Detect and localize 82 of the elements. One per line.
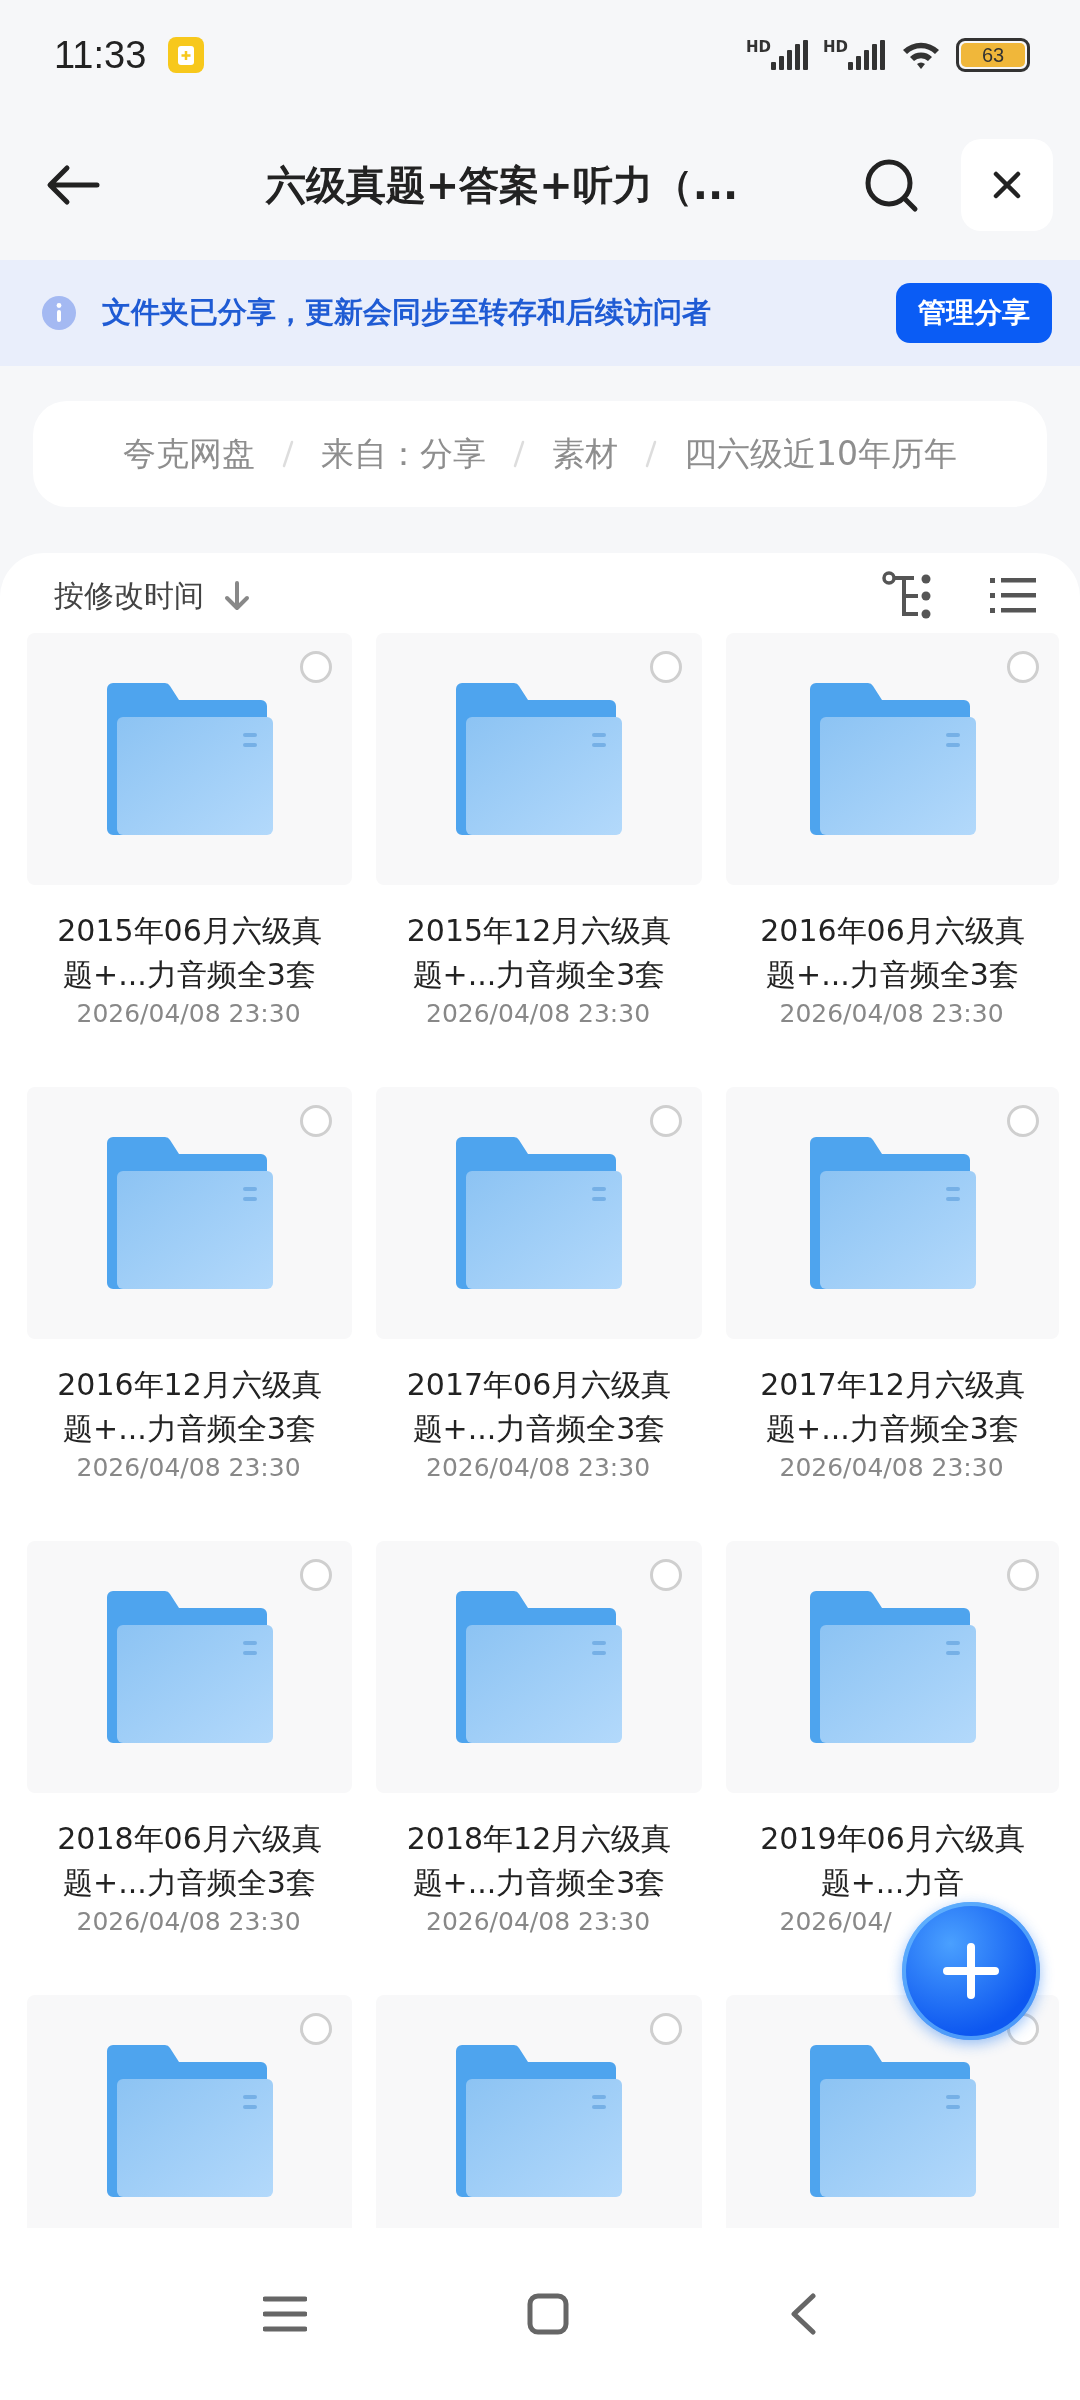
- breadcrumb-item[interactable]: 来自：分享: [315, 431, 492, 477]
- folder-icon: [809, 2045, 976, 2197]
- folder-tile[interactable]: [27, 633, 352, 885]
- search-icon[interactable]: [863, 157, 919, 213]
- close-icon: [992, 170, 1022, 200]
- breadcrumb-item[interactable]: 四六级近10年历年: [678, 431, 963, 477]
- slash-separator: [644, 440, 658, 468]
- folder-name: 2015年06月六级真题+...力音频全3套: [56, 912, 323, 994]
- list-view-icon[interactable]: [990, 576, 1036, 616]
- folder-icon: [106, 683, 273, 835]
- select-checkbox[interactable]: [300, 2013, 332, 2045]
- app-notification-icon: [168, 37, 205, 73]
- folder-icon: [106, 1591, 273, 1743]
- folder-icon: [809, 1137, 976, 1289]
- folder-tile[interactable]: [376, 1995, 702, 2228]
- select-checkbox[interactable]: [300, 1105, 332, 1137]
- folder-tile[interactable]: [726, 1087, 1059, 1339]
- plus-icon: [943, 1943, 999, 1999]
- folder-icon: [456, 1137, 622, 1289]
- select-checkbox[interactable]: [1007, 651, 1039, 683]
- folder-name: 2016年06月六级真题+...力音频全3套: [759, 912, 1026, 994]
- breadcrumb-item[interactable]: 夸克网盘: [117, 431, 261, 477]
- select-checkbox[interactable]: [1007, 1105, 1039, 1137]
- back-arrow-icon[interactable]: [45, 164, 101, 206]
- select-checkbox[interactable]: [650, 1105, 682, 1137]
- folder-tile[interactable]: [27, 1541, 352, 1793]
- folder-name: 2015年12月六级真题+...力音频全3套: [405, 912, 673, 994]
- breadcrumb-item[interactable]: 素材: [546, 431, 624, 477]
- folder-icon: [456, 683, 622, 835]
- modified-date: 2026/04/08 23:30: [779, 1453, 1005, 1482]
- slash-separator: [512, 440, 526, 468]
- folder-name: 2018年12月六级真题+...力音频全3套: [405, 1820, 673, 1902]
- folder-icon: [809, 1591, 976, 1743]
- menu-icon[interactable]: [263, 2296, 307, 2332]
- battery-indicator: 63: [956, 38, 1030, 72]
- close-button[interactable]: [961, 139, 1053, 231]
- modified-date: 2026/04/: [779, 1907, 893, 1936]
- slash-separator: [281, 440, 295, 468]
- sort-label[interactable]: 按修改时间: [54, 575, 204, 617]
- network-label: HD: [745, 38, 771, 56]
- folder-tile[interactable]: [376, 1087, 702, 1339]
- folder-name: 2017年06月六级真题+...力音频全3套: [405, 1366, 673, 1448]
- select-checkbox[interactable]: [650, 651, 682, 683]
- folder-icon: [106, 2045, 273, 2197]
- back-icon[interactable]: [789, 2293, 817, 2335]
- modified-date: 2026/04/08 23:30: [426, 1453, 652, 1482]
- signal-icon: [848, 40, 886, 70]
- share-notice-text: 文件夹已分享，更新会同步至转存和后续访问者: [102, 294, 712, 331]
- folder-tile[interactable]: [376, 633, 702, 885]
- select-checkbox[interactable]: [650, 2013, 682, 2045]
- modified-date: 2026/04/08 23:30: [76, 1453, 302, 1482]
- folder-name: 2018年06月六级真题+...力音频全3套: [56, 1820, 323, 1902]
- page-title: 六级真题+答案+听力（...: [264, 160, 740, 210]
- network-label: HD: [823, 38, 848, 56]
- folder-name: 2017年12月六级真题+...力音频全3套: [759, 1366, 1026, 1448]
- select-checkbox[interactable]: [300, 651, 332, 683]
- down-arrow-icon[interactable]: [224, 581, 250, 611]
- modified-date: 2026/04/08 23:30: [426, 999, 652, 1028]
- home-square-icon[interactable]: [527, 2293, 569, 2335]
- folder-name: 2019年06月六级真题+...力音: [759, 1820, 1026, 1902]
- select-checkbox[interactable]: [650, 1559, 682, 1591]
- folder-icon: [456, 1591, 622, 1743]
- clock-time: 11:33: [54, 33, 147, 77]
- modified-date: 2026/04/08 23:30: [426, 1907, 652, 1936]
- modified-date: 2026/04/08 23:30: [76, 1907, 302, 1936]
- select-checkbox[interactable]: [1007, 1559, 1039, 1591]
- folder-name: 2016年12月六级真题+...力音频全3套: [56, 1366, 323, 1448]
- folder-tile[interactable]: [726, 633, 1059, 885]
- signal-icon: [771, 40, 809, 70]
- folder-tile[interactable]: [27, 1995, 352, 2228]
- folder-tile[interactable]: [27, 1087, 352, 1339]
- select-checkbox[interactable]: [300, 1559, 332, 1591]
- manage-share-button[interactable]: 管理分享: [896, 283, 1052, 343]
- modified-date: 2026/04/08 23:30: [76, 999, 302, 1028]
- folder-icon: [809, 683, 976, 835]
- folder-tile[interactable]: [726, 1995, 1059, 2228]
- folder-icon: [106, 1137, 273, 1289]
- folder-tile[interactable]: [726, 1541, 1059, 1793]
- modified-date: 2026/04/08 23:30: [779, 999, 1005, 1028]
- folder-tile[interactable]: [376, 1541, 702, 1793]
- folder-icon: [456, 2045, 622, 2197]
- info-icon: [42, 296, 76, 330]
